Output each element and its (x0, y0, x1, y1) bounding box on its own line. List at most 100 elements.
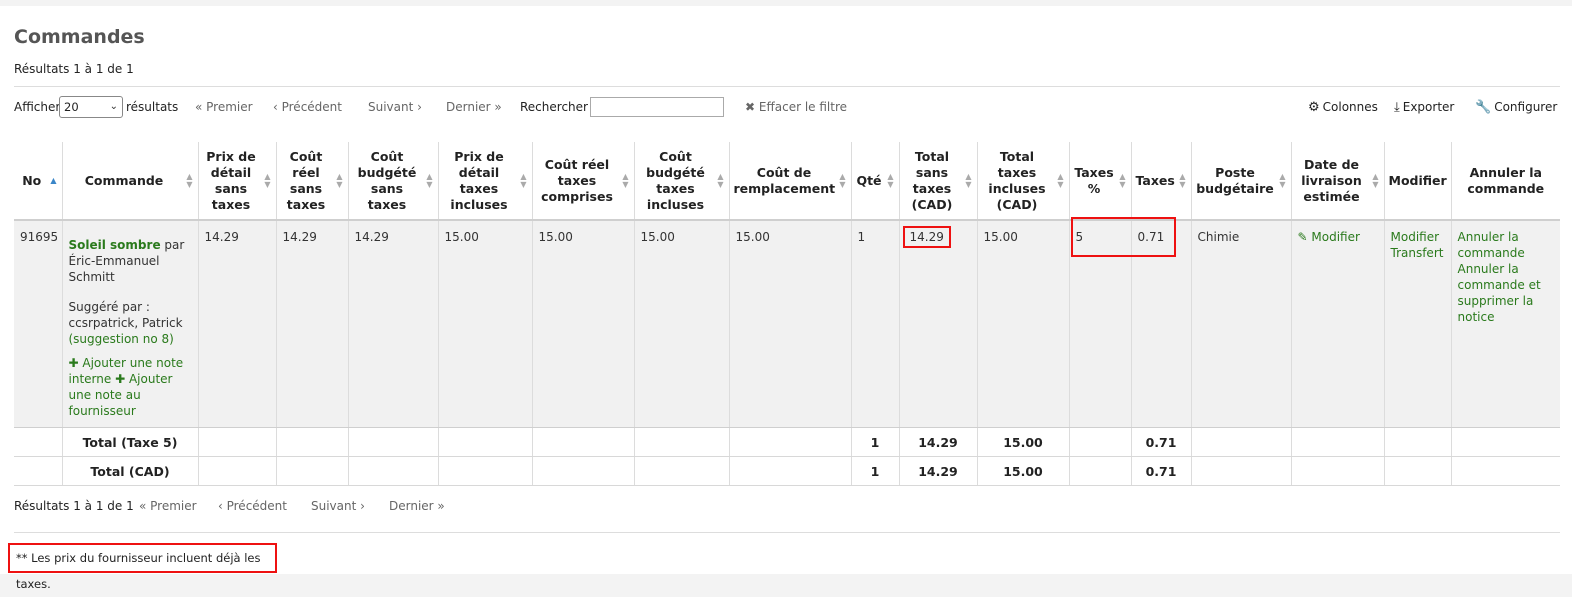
cancel-order-delete-link[interactable]: Annuler la commande et supprimer la noti… (1458, 261, 1555, 325)
last-page-link-bottom[interactable]: Dernier » (389, 496, 445, 516)
sort-icon: ▲ ▼ (1179, 171, 1186, 189)
col-header-modify: Modifier (1384, 142, 1452, 221)
cell-actual-excl: 14.29 (276, 220, 349, 428)
cell-total-incl: 15.00 (977, 220, 1070, 428)
cell-qty: 1 (851, 220, 900, 428)
previous-page-link-bottom[interactable]: ‹ Précédent (218, 496, 287, 516)
header-row: No ▲ Commande ▲ ▼ Prix de détail sans taxes… (14, 142, 1560, 221)
divider (14, 86, 1560, 87)
col-header-retail-incl[interactable]: Prix de détail taxes incluses ▲ ▼ (438, 142, 533, 221)
col-header-budget-excl[interactable]: Coût budgété sans taxes ▲ ▼ (348, 142, 439, 221)
configure-label: Configurer (1494, 100, 1558, 114)
first-page-link[interactable]: « Premier (195, 96, 253, 118)
next-page-link-bottom[interactable]: Suivant › (311, 496, 365, 516)
previous-page-link[interactable]: ‹ Précédent (273, 96, 342, 118)
cell-eta: ✎ Modifier (1291, 220, 1385, 428)
cell-total-excl: 14.29 (899, 220, 978, 428)
total-row-tax: Total (Taxe 5) 1 14.29 15.00 0.71 (14, 427, 1560, 457)
cell-fund: Chimie (1191, 220, 1292, 428)
sort-icon: ▲ ▼ (965, 171, 972, 189)
col-header-actual-incl[interactable]: Coût réel taxes comprises ▲ ▼ (532, 142, 635, 221)
sort-icon: ▲ ▼ (1057, 171, 1064, 189)
sort-icon: ▲ ▼ (520, 171, 527, 189)
suggested-by: ccsrpatrick, Patrick (68, 316, 183, 330)
total-excl: 14.29 (899, 427, 978, 457)
col-header-replacement[interactable]: Coût de remplacement ▲ ▼ (729, 142, 852, 221)
total-excl-highlight: 14.29 (902, 226, 951, 248)
cell-actual-incl: 15.00 (532, 220, 635, 428)
page-size-select[interactable]: 20 ⌄ (59, 96, 123, 118)
last-page-link[interactable]: Dernier » (446, 96, 502, 118)
orders-panel: Commandes Résultats 1 à 1 de 1 Afficher … (0, 6, 1572, 574)
clear-filter-button[interactable]: ✖ Effacer le filtre (745, 96, 847, 118)
show-label: Afficher (14, 100, 61, 114)
order-author: Éric-Emmanuel Schmitt (68, 254, 160, 284)
col-header-cancel: Annuler la commande (1451, 142, 1560, 221)
sort-icon: ▲ ▼ (717, 171, 724, 189)
cancel-order-link[interactable]: Annuler la commande (1458, 229, 1555, 261)
col-header-fund[interactable]: Poste budgétaire ▲ ▼ (1191, 142, 1292, 221)
col-header-order[interactable]: Commande ▲ ▼ (62, 142, 199, 221)
download-icon: ⤓ (1394, 100, 1400, 115)
total-qty: 1 (851, 427, 900, 457)
eta-modify-link[interactable]: ✎ Modifier (1298, 230, 1360, 244)
export-button[interactable]: ⤓ Exporter (1394, 96, 1454, 119)
sort-icon: ▲ ▼ (336, 171, 343, 189)
configure-button[interactable]: 🔧 Configurer (1475, 96, 1557, 119)
col-header-tax[interactable]: Taxes ▲ ▼ (1131, 142, 1192, 221)
tax-highlight-box (1070, 217, 1176, 257)
search-input[interactable] (590, 97, 724, 117)
suggested-by-label: Suggéré par : (68, 300, 150, 314)
cell-cancel: Annuler la commande Annuler la commande … (1451, 220, 1560, 428)
total-incl: 15.00 (977, 427, 1070, 457)
sort-icon: ▲ (50, 175, 57, 185)
cell-replacement: 15.00 (729, 220, 852, 428)
col-header-total-excl[interactable]: Total sans taxes (CAD) ▲ ▼ (899, 142, 978, 221)
cell-budget-excl: 14.29 (348, 220, 439, 428)
close-icon: ✖ (745, 100, 756, 114)
transfer-link[interactable]: Transfert (1391, 245, 1445, 261)
gear-icon: ⚙ (1308, 100, 1320, 115)
cell-budget-incl: 15.00 (634, 220, 730, 428)
orders-table: No ▲ Commande ▲ ▼ Prix de détail sans taxes… (14, 142, 1560, 486)
cell-retail-incl: 15.00 (438, 220, 533, 428)
columns-label: Colonnes (1322, 100, 1378, 114)
divider (14, 532, 1560, 533)
order-by: par (164, 238, 185, 252)
col-header-actual-excl[interactable]: Coût réel sans taxes ▲ ▼ (276, 142, 349, 221)
cell-order: Soleil sombre par Éric-Emmanuel Schmitt … (62, 220, 199, 428)
cell-modify: Modifier Transfert (1384, 220, 1452, 428)
total-tax: 0.71 (1131, 427, 1192, 457)
wrench-icon: 🔧 (1475, 100, 1492, 115)
col-header-qty[interactable]: Qté ▲ ▼ (851, 142, 900, 221)
sort-icon: ▲ ▼ (426, 171, 433, 189)
sort-icon: ▲ ▼ (887, 171, 894, 189)
next-page-link[interactable]: Suivant › (368, 96, 422, 118)
col-header-budget-incl[interactable]: Coût budgété taxes incluses ▲ ▼ (634, 142, 730, 221)
results-label: résultats (126, 100, 179, 114)
table-toolbar: Afficher 20 ⌄ résultats « Premier ‹ Préc… (14, 96, 1560, 120)
col-header-total-incl[interactable]: Total taxes incluses (CAD) ▲ ▼ (977, 142, 1070, 221)
chevron-down-icon: ⌄ (109, 101, 118, 112)
suggestion-link[interactable]: (suggestion no 8) (69, 332, 174, 346)
sort-icon: ▲ ▼ (264, 171, 271, 189)
sort-icon: ▲ ▼ (186, 171, 193, 189)
col-header-eta[interactable]: Date de livraison estimée ▲ ▼ (1291, 142, 1385, 221)
sort-icon: ▲ ▼ (622, 171, 629, 189)
plus-icon: ✚ (115, 372, 126, 386)
page-size-value: 20 (64, 100, 79, 114)
columns-button[interactable]: ⚙ Colonnes (1308, 96, 1378, 119)
col-header-number[interactable]: No ▲ (14, 142, 63, 221)
col-header-tax-rate[interactable]: Taxes % ▲ ▼ (1069, 142, 1132, 221)
results-summary-bottom: Résultats 1 à 1 de 1 (14, 499, 134, 513)
total-incl: 15.00 (977, 456, 1070, 486)
search-label: Rechercher : (520, 100, 596, 114)
col-header-retail-excl[interactable]: Prix de détail sans taxes ▲ ▼ (198, 142, 277, 221)
order-title-link[interactable]: Soleil sombre (69, 238, 161, 252)
total-label: Total (Taxe 5) (62, 427, 199, 457)
modify-link[interactable]: Modifier (1391, 229, 1445, 245)
first-page-link-bottom[interactable]: « Premier (139, 496, 197, 516)
sort-icon: ▲ ▼ (1279, 171, 1286, 189)
plus-icon: ✚ (68, 356, 79, 370)
clear-filter-label: Effacer le filtre (758, 100, 848, 114)
